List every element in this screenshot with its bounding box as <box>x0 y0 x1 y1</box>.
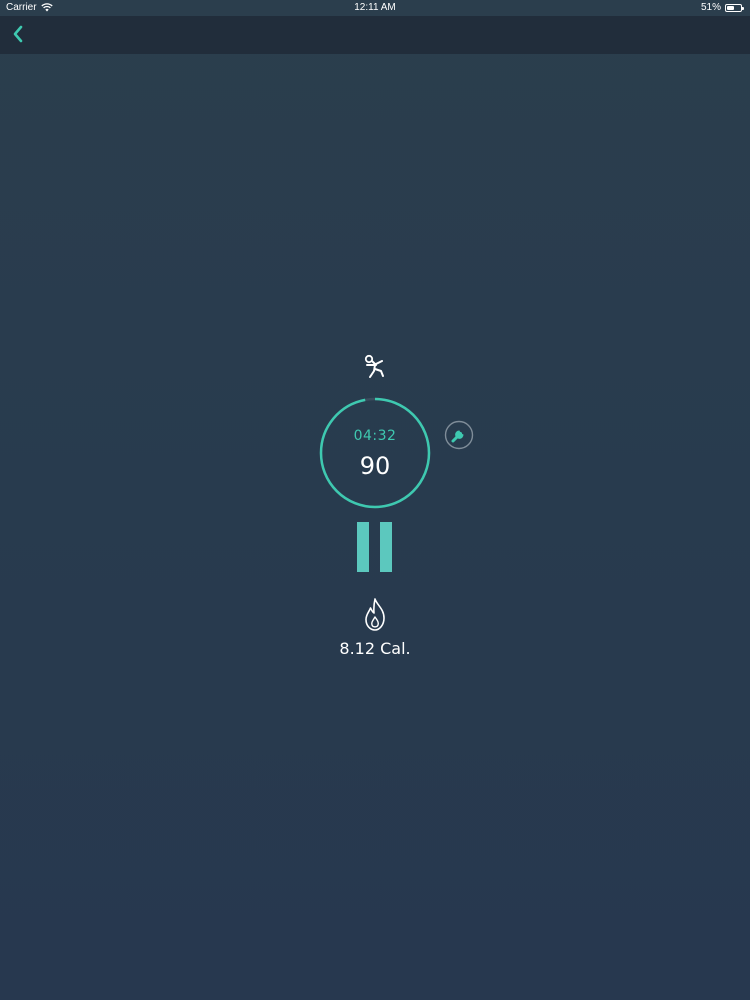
rep-count: 90 <box>359 452 391 480</box>
chevron-left-icon <box>13 25 23 43</box>
battery-fill <box>727 5 734 10</box>
calories-label: 8.12 Cal. <box>339 639 411 658</box>
battery-tip <box>742 6 744 10</box>
battery-indicator: 51% <box>700 2 744 13</box>
wrench-icon <box>444 420 474 450</box>
status-bar: Carrier 12:11 AM 51% <box>0 0 750 16</box>
battery-percent: 51% <box>700 2 721 13</box>
pause-icon <box>357 522 369 572</box>
pause-button[interactable] <box>352 520 398 576</box>
back-button[interactable] <box>6 22 30 46</box>
nav-bar <box>0 16 750 54</box>
timer-ring: 04:32 90 <box>318 396 432 510</box>
pause-icon <box>380 522 392 572</box>
elapsed-time: 04:32 <box>353 428 397 444</box>
settings-button[interactable] <box>444 420 474 450</box>
status-time: 12:11 AM <box>354 2 396 13</box>
flame-icon <box>365 598 385 631</box>
jump-rope-figure-icon <box>364 354 384 378</box>
battery-icon <box>725 3 744 12</box>
app-screen: Carrier 12:11 AM 51% 04:32 90 8.12 Cal. <box>0 0 750 1000</box>
